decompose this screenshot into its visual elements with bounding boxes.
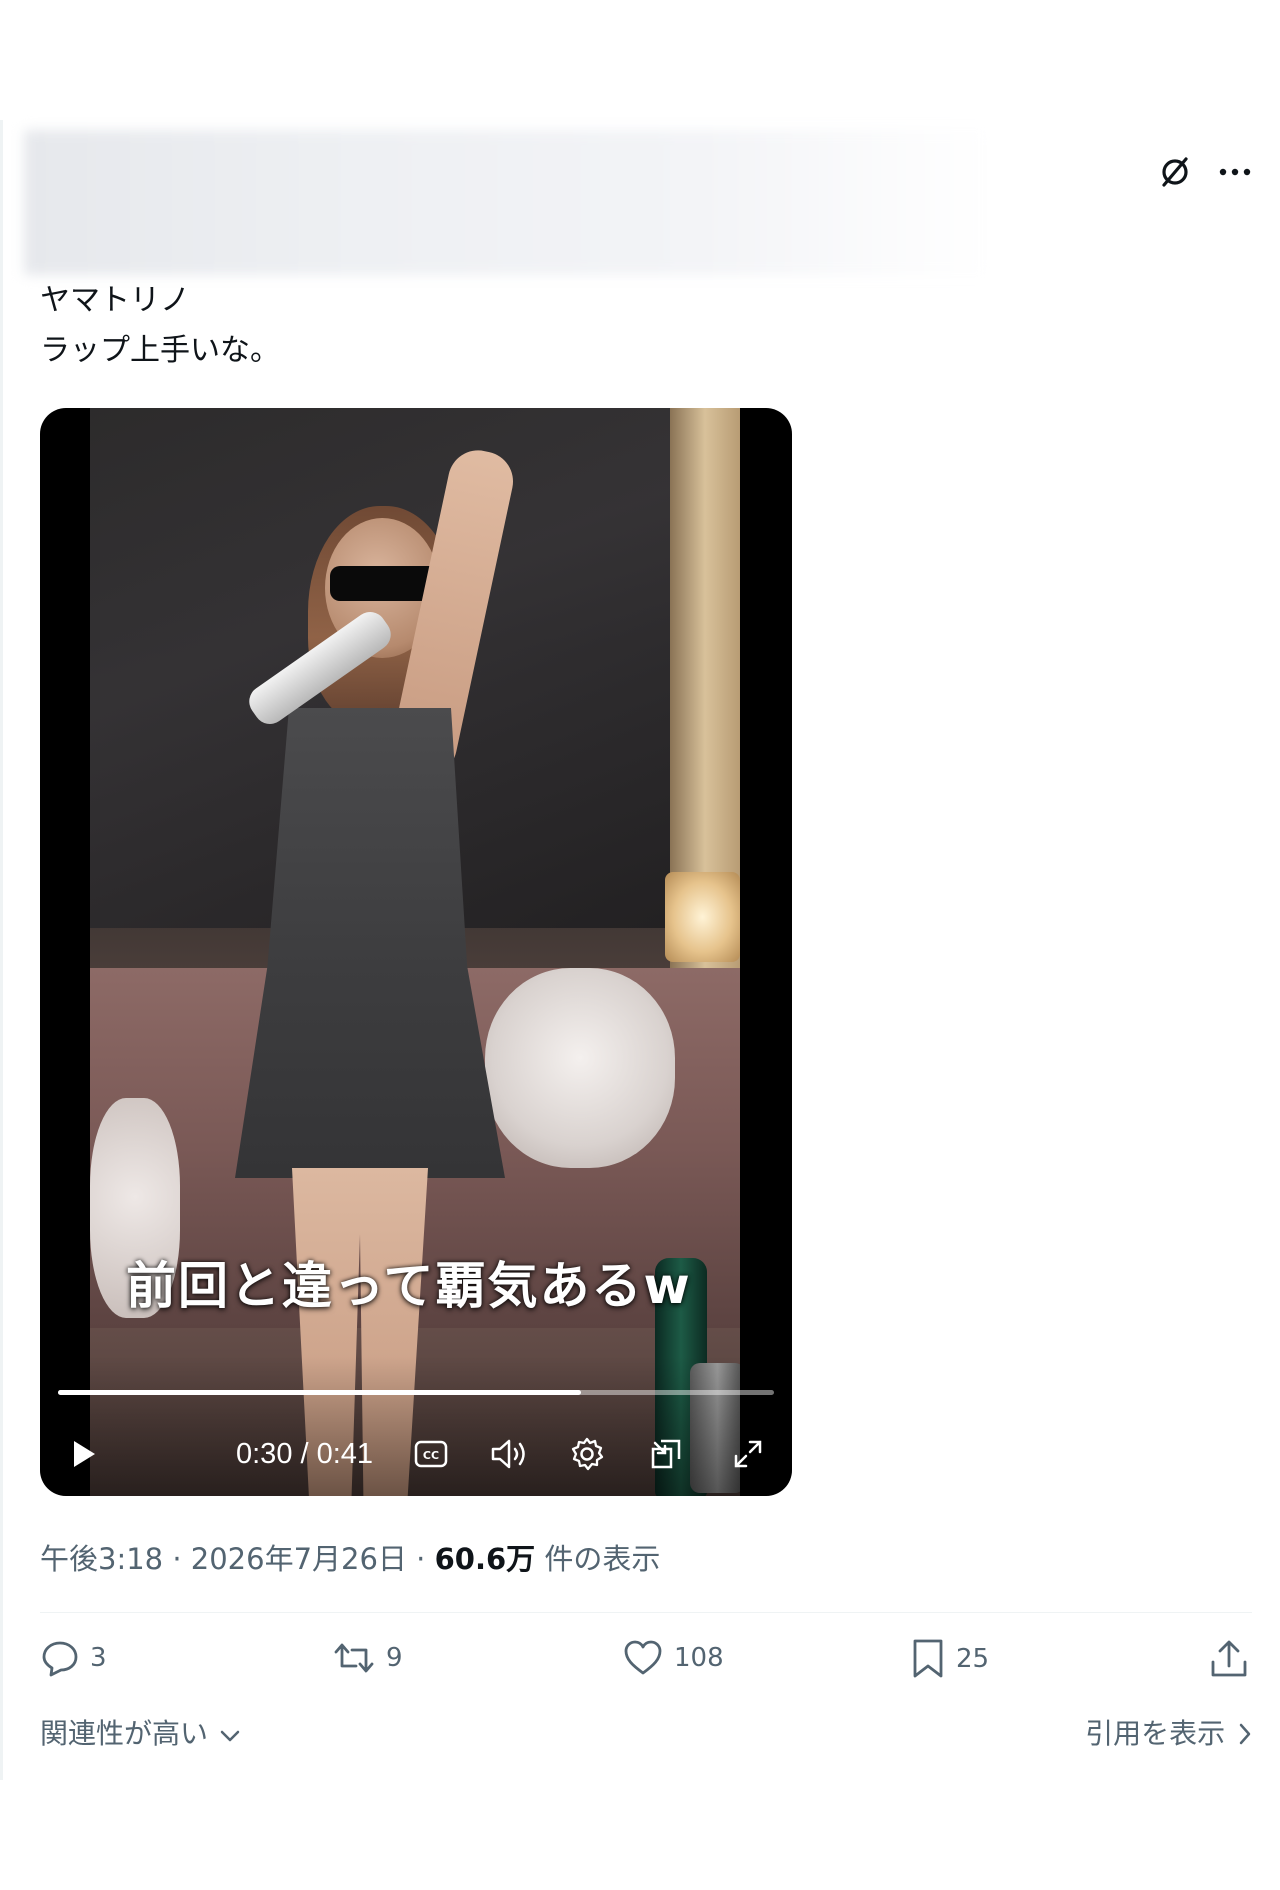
divider [40, 1612, 1252, 1613]
tweet-text-line1: ヤマトリノ [40, 283, 190, 318]
settings-icon[interactable] [566, 1434, 608, 1474]
sort-dropdown[interactable]: 関連性が高い [40, 1712, 241, 1752]
video-pillow [485, 968, 675, 1168]
video-progress-fill [58, 1390, 581, 1395]
tweet-date[interactable]: 2026年7月26日 [191, 1542, 407, 1576]
fullscreen-icon[interactable] [728, 1434, 768, 1474]
play-icon[interactable] [64, 1434, 104, 1474]
retweet-button[interactable]: 9 [332, 1638, 403, 1678]
tweet-text-line2: ラップ上手いな。 [40, 333, 280, 368]
like-count: 108 [674, 1643, 724, 1673]
reply-icon [42, 1641, 78, 1677]
video-progress-bar[interactable] [58, 1390, 774, 1395]
top-actions [1158, 155, 1252, 189]
view-quotes-link[interactable]: 引用を表示 [1085, 1712, 1252, 1752]
volume-icon[interactable] [488, 1434, 532, 1474]
reply-button[interactable]: 3 [40, 1638, 107, 1678]
blurred-author-header [24, 130, 990, 275]
video-controls-shade [40, 1356, 792, 1496]
meta-separator: · [406, 1542, 435, 1576]
bookmark-icon [913, 1639, 943, 1678]
video-frame [90, 408, 740, 1496]
video-player[interactable]: 前回と違って覇気あるw 0:30 / 0:41 CC [40, 408, 792, 1496]
action-bar: 3 9 108 25 [40, 1638, 1252, 1690]
video-controls: 0:30 / 0:41 CC [40, 1434, 792, 1474]
share-button[interactable] [1208, 1638, 1250, 1680]
tweet-text: ヤマトリノ ラップ上手いな。 [40, 276, 280, 376]
chevron-down-icon [220, 1730, 240, 1742]
meta-separator: · [163, 1542, 191, 1576]
view-count: 60.6万 [434, 1542, 536, 1576]
sort-label: 関連性が高い [40, 1717, 209, 1750]
bookmark-button[interactable]: 25 [910, 1638, 989, 1680]
like-icon [624, 1640, 662, 1675]
retweet-count: 9 [386, 1643, 403, 1673]
retweet-icon [334, 1643, 374, 1673]
video-lamp [665, 872, 740, 962]
like-button[interactable]: 108 [622, 1638, 724, 1678]
column-border [0, 120, 3, 1780]
grok-icon[interactable] [1158, 155, 1192, 189]
cc-icon[interactable]: CC [410, 1434, 452, 1474]
tweet-time[interactable]: 午後3:18 [40, 1542, 163, 1576]
tweet-meta: 午後3:18 · 2026年7月26日 · 60.6万 件の表示 [40, 1536, 660, 1578]
chevron-right-icon [1239, 1723, 1251, 1745]
video-time: 0:30 / 0:41 [236, 1438, 374, 1470]
svg-text:CC: CC [423, 1449, 439, 1462]
share-icon [1211, 1640, 1247, 1677]
view-label: 件の表示 [535, 1542, 661, 1576]
reply-count: 3 [90, 1643, 107, 1673]
bookmark-count: 25 [956, 1644, 990, 1674]
quotes-label: 引用を表示 [1085, 1717, 1226, 1750]
more-icon[interactable] [1218, 167, 1252, 177]
video-caption: 前回と違って覇気あるw [126, 1257, 692, 1315]
pip-icon[interactable] [646, 1434, 686, 1474]
